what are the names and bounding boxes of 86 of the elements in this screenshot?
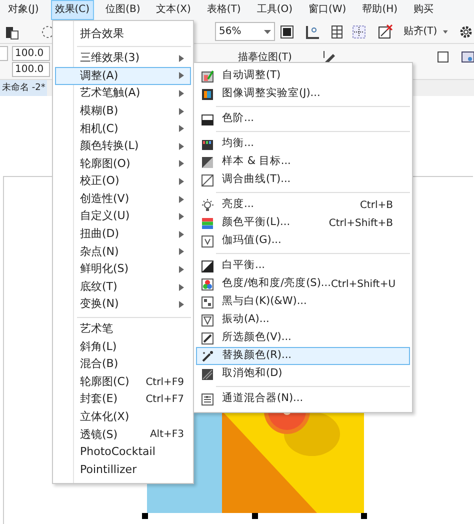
eyedropper-icon	[201, 332, 214, 344]
menu-bar-item[interactable]: 窗口(W)	[304, 0, 350, 20]
menu-item[interactable]: 取消饱和(D)	[196, 365, 410, 383]
levels-icon	[201, 112, 214, 126]
menu-item[interactable]: 变换(N)	[55, 296, 191, 314]
snap-off-icon[interactable]	[377, 24, 394, 40]
menu-item[interactable]: 颜色转换(L)	[55, 138, 191, 156]
menu-item[interactable]: 颜色平衡(L)... Ctrl+Shift+B	[196, 214, 410, 232]
menu-item[interactable]: 黑与白(K)(&W)...	[196, 293, 410, 311]
menu-item[interactable]: 艺术笔触(A)	[55, 84, 191, 102]
menu-item[interactable]: 校正(O)	[55, 172, 191, 190]
mixer-icon	[201, 392, 214, 406]
menu-item[interactable]: 自动调整(T)	[196, 67, 410, 85]
menu-item[interactable]: 替换颜色(R)...	[196, 347, 410, 365]
menu-item[interactable]: 相机(C)	[55, 120, 191, 138]
zoom-field[interactable]: 56%	[215, 22, 276, 41]
caret-icon[interactable]	[443, 30, 448, 34]
menu-item[interactable]: 艺术笔	[55, 320, 191, 338]
sample-target-icon	[201, 156, 214, 168]
menu-item[interactable]: 调合曲线(T)...	[196, 171, 410, 189]
menu-item[interactable]: 轮廓图(C) Ctrl+F9	[55, 373, 191, 391]
menu-item[interactable]: 白平衡...	[196, 257, 410, 275]
selection-handle[interactable]	[142, 513, 148, 519]
menu-item[interactable]: 混合(B)	[55, 356, 191, 374]
image-lab-icon	[201, 88, 214, 100]
menu-item[interactable]: 自定义(U)	[55, 208, 191, 226]
menu-bar-item[interactable]: 对象(J)	[4, 0, 43, 20]
document-tab[interactable]: 未命名 -2*	[0, 80, 48, 96]
menu-item[interactable]: 创造性(V)	[55, 190, 191, 208]
menu-bar-item[interactable]: 文本(X)	[152, 0, 195, 20]
menu-item[interactable]: 所选颜色(V)...	[196, 329, 410, 347]
menu-item[interactable]: 通道混合器(N)...	[196, 390, 410, 408]
eyedropper-icon	[201, 350, 214, 362]
menu-item[interactable]: 扭曲(D)	[55, 226, 191, 244]
lightbulb-icon	[201, 198, 214, 212]
snap-dropdown[interactable]: 贴齐(T)	[403, 24, 438, 39]
gamma-icon	[201, 234, 214, 248]
menu-item[interactable]: 杂点(N)	[55, 243, 191, 261]
ruler-icon[interactable]	[305, 24, 322, 40]
menu-item[interactable]: 模糊(B)	[55, 102, 191, 120]
menu-bar-item[interactable]: 购买	[410, 0, 438, 20]
trace-bitmap-dropdown[interactable]: 描摹位图(T)	[238, 50, 292, 65]
menu-item[interactable]: 底纹(T)	[55, 278, 191, 296]
grid-icon[interactable]	[329, 24, 346, 40]
color-balance-icon	[201, 216, 214, 230]
menu-item[interactable]: Pointillizer	[55, 461, 191, 479]
number-field[interactable]: 100.0	[12, 46, 50, 61]
edit-icon[interactable]	[322, 49, 338, 65]
menu-bar-item[interactable]: 帮助(H)	[358, 0, 402, 20]
menu-item[interactable]: 样本 & 目标...	[196, 153, 410, 171]
menu-item[interactable]: 鲜明化(S)	[55, 260, 191, 278]
menu-item[interactable]: 调整(A)	[55, 67, 191, 85]
frame-icon[interactable]	[435, 49, 451, 65]
squares-icon	[201, 296, 214, 308]
triangle-icon	[201, 314, 214, 326]
menu-item[interactable]: 图像调整实验室(J)...	[196, 85, 410, 103]
menu-bar-item[interactable]: 位图(B)	[102, 0, 144, 20]
menu-item[interactable]: 拼合效果	[55, 25, 191, 43]
curve-icon	[201, 174, 214, 186]
number-field[interactable]: 100.0	[12, 62, 50, 77]
caret-icon	[264, 30, 272, 34]
menu-item[interactable]: 色阶...	[196, 110, 410, 128]
menu-item[interactable]: 立体化(X)	[55, 408, 191, 426]
menu-item[interactable]: PhotoCocktail	[55, 444, 191, 462]
menu-item[interactable]: 振动(A)...	[196, 311, 410, 329]
equalize-icon	[201, 138, 214, 150]
menu-item[interactable]: 均衡...	[196, 135, 410, 153]
menu-bar-item[interactable]: 表格(T)	[202, 0, 245, 20]
menu-item[interactable]: 伽玛值(G)...	[196, 232, 410, 250]
menu-bar-item[interactable]: 效果(C)	[50, 0, 94, 20]
menu-item[interactable]: 封套(E) Ctrl+F7	[55, 390, 191, 408]
menu-item[interactable]: 透镜(S) Alt+F3	[55, 426, 191, 444]
guides-icon[interactable]	[351, 24, 368, 40]
desaturate-icon	[201, 368, 214, 380]
selection-handle[interactable]	[361, 513, 367, 519]
menu-item[interactable]: 轮廓图(O)	[55, 155, 191, 173]
selection-handle[interactable]	[252, 513, 258, 519]
contrast-icon	[201, 260, 214, 272]
menu-item[interactable]: 色度/饱和度/亮度(S)...Ctrl+Shift+U	[196, 275, 410, 293]
auto-adjust-icon	[201, 70, 214, 82]
menu-item[interactable]: 斜角(L)	[55, 338, 191, 356]
fullscreen-icon[interactable]	[279, 24, 296, 40]
hue-circles-icon	[201, 278, 214, 290]
menu-bar-item[interactable]: 工具(O)	[252, 0, 296, 20]
menu-item[interactable]: 亮度... Ctrl+B	[196, 196, 410, 214]
menu-item[interactable]: 三维效果(3)	[55, 50, 191, 68]
